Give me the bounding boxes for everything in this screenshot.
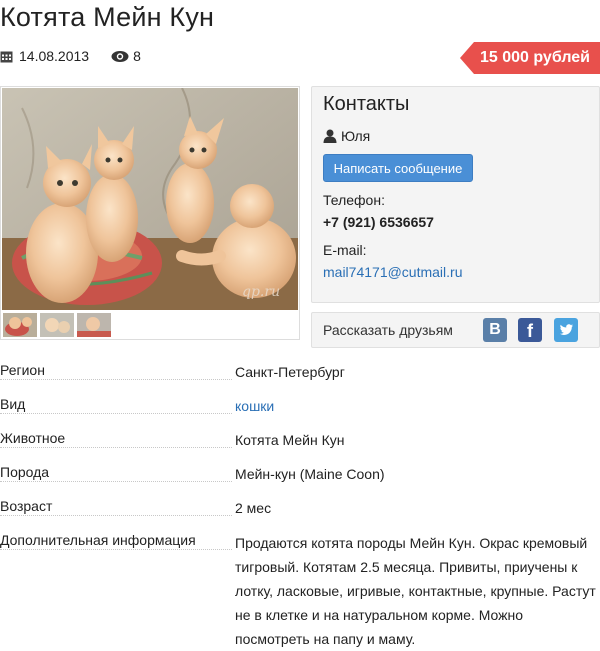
- user-icon: [323, 129, 337, 143]
- seller-name: Юля: [323, 128, 370, 144]
- listing-meta: 14.08.2013 8: [0, 48, 141, 64]
- thumbnail-3[interactable]: [77, 313, 111, 337]
- detail-value: Санкт-Петербург: [235, 364, 345, 380]
- detail-key: Порода: [0, 464, 232, 482]
- page-title: Котята Мейн Кун: [0, 2, 215, 32]
- main-photo[interactable]: qp.ru: [2, 88, 298, 310]
- share-label: Рассказать друзьям: [323, 322, 453, 338]
- write-message-button[interactable]: Написать сообщение: [323, 154, 473, 182]
- share-panel: Рассказать друзьям B f: [311, 312, 600, 348]
- facebook-share-button[interactable]: f: [518, 318, 542, 342]
- seller-name-text: Юля: [341, 128, 371, 144]
- contacts-panel: Контакты Юля Написать сообщение Телефон:…: [311, 86, 600, 303]
- price-badge: 15 000 рублей: [459, 42, 600, 74]
- vk-share-button[interactable]: B: [483, 318, 507, 342]
- phone-label: Телефон:: [323, 192, 385, 208]
- detail-key: Регион: [0, 362, 232, 380]
- detail-key: Вид: [0, 396, 232, 414]
- detail-row-region: Регион Санкт-Петербург: [0, 362, 600, 382]
- kittens-photo: qp.ru: [2, 88, 298, 310]
- detail-key: Животное: [0, 430, 232, 448]
- eye-icon: [111, 50, 129, 62]
- detail-row-age: Возраст 2 мес: [0, 498, 600, 518]
- detail-row-species: Вид кошки: [0, 396, 600, 416]
- detail-value: Котята Мейн Кун: [235, 432, 345, 448]
- photo-gallery: qp.ru: [0, 86, 300, 340]
- species-link[interactable]: кошки: [235, 394, 600, 418]
- detail-key: Дополнительная информация: [0, 532, 232, 550]
- email-link[interactable]: mail74171@cutmail.ru: [323, 264, 463, 280]
- detail-row-breed: Порода Мейн-кун (Maine Coon): [0, 464, 600, 484]
- thumbnail-strip: [3, 313, 111, 337]
- description-text: Продаются котята породы Мейн Кун. Окрас …: [235, 535, 596, 647]
- svg-text:qp.ru: qp.ru: [242, 284, 280, 300]
- twitter-share-button[interactable]: [554, 318, 578, 342]
- contacts-heading: Контакты: [323, 93, 410, 115]
- thumbnail-2[interactable]: [40, 313, 74, 337]
- thumbnail-1[interactable]: [3, 313, 37, 337]
- detail-row-animal: Животное Котята Мейн Кун: [0, 430, 600, 450]
- listing-date: 14.08.2013: [19, 48, 90, 64]
- listing-page: Котята Мейн Кун 14.08.2013 8 15 000 рубл…: [0, 0, 600, 647]
- detail-key: Возраст: [0, 498, 232, 516]
- calendar-icon: [0, 51, 13, 62]
- phone-value: +7 (921) 6536657: [323, 214, 434, 230]
- view-count: 8: [133, 48, 141, 64]
- detail-row-description: Дополнительная информация Продаются котя…: [0, 532, 600, 647]
- detail-value: 2 мес: [235, 500, 272, 516]
- email-label: E-mail:: [323, 242, 367, 258]
- twitter-bird-icon: [560, 324, 573, 335]
- detail-value: Мейн-кун (Maine Coon): [235, 466, 385, 482]
